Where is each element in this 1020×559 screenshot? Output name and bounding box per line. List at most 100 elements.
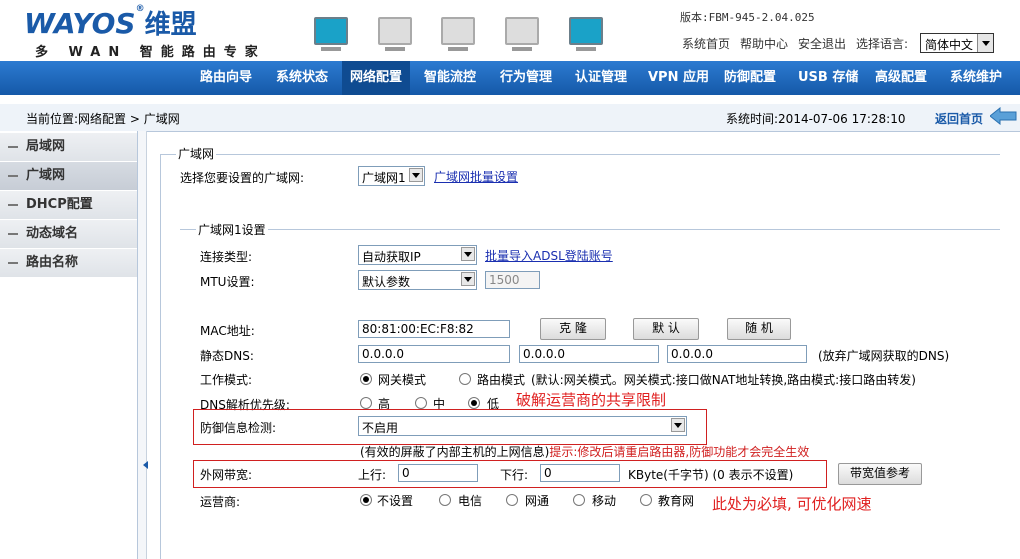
system-time: 系统时间:2014-07-06 17:28:10: [726, 112, 906, 126]
mac-input[interactable]: 80:81:00:EC:F8:82: [358, 320, 510, 338]
bandwidth-label: 外网带宽:: [200, 468, 253, 482]
defense-select[interactable]: 不启用: [358, 416, 687, 436]
monitor-icon[interactable]: [569, 17, 603, 51]
logo-cn: 维盟: [144, 10, 197, 40]
sidebar-item-label: 动态域名: [26, 226, 79, 241]
language-label: 选择语言:: [856, 37, 909, 51]
sidebar-item-route-name[interactable]: 路由名称: [0, 249, 137, 278]
mtu-select[interactable]: 默认参数: [358, 270, 477, 290]
download-input[interactable]: 0: [540, 464, 620, 482]
link-home[interactable]: 系统首页: [682, 35, 730, 52]
dash-icon: [8, 174, 18, 177]
sidebar-item-wan[interactable]: 广域网: [0, 162, 137, 191]
monitor-icon[interactable]: [441, 17, 475, 51]
random-mac-button[interactable]: 随 机: [727, 318, 791, 340]
chevron-down-icon: [461, 247, 475, 261]
nav-vpn[interactable]: VPN 应用: [648, 61, 709, 95]
fieldset-border: [160, 154, 161, 559]
bandwidth-reference-button[interactable]: 带宽值参考: [838, 463, 922, 485]
conn-type-value: 自动获取IP: [362, 250, 421, 264]
nav-route-wizard[interactable]: 路由向导: [200, 61, 252, 95]
nav-system-status[interactable]: 系统状态: [276, 61, 328, 95]
back-home-link[interactable]: 返回首页: [935, 110, 983, 127]
dns-input-2[interactable]: 0.0.0.0: [519, 345, 659, 363]
clone-button[interactable]: 克 隆: [540, 318, 606, 340]
radio-isp-telecom[interactable]: [439, 494, 451, 506]
sidebar: 局域网 广域网 DHCP配置 动态域名 路由名称: [0, 131, 138, 559]
radio-isp-edu[interactable]: [640, 494, 652, 506]
nav-defense[interactable]: 防御配置: [724, 61, 776, 95]
default-mac-button[interactable]: 默 认: [633, 318, 699, 340]
sidebar-item-label: 路由名称: [26, 255, 79, 270]
wayos-logo[interactable]: WAYOS®维盟: [24, 4, 197, 41]
adsl-import-link[interactable]: 批量导入ADSL登陆账号: [485, 247, 613, 264]
dns-input-3[interactable]: 0.0.0.0: [667, 345, 807, 363]
language-select[interactable]: 简体中文: [920, 33, 994, 53]
back-arrow-icon[interactable]: [990, 107, 1018, 125]
bandwidth-unit: KByte(千字节) (0 表示不设置): [628, 468, 794, 482]
defense-hint: (有效的屏蔽了内部主机的上网信息)提示:修改后请重启路由器,防御功能才会完全生效: [360, 443, 809, 460]
chevron-down-icon: [977, 34, 993, 52]
nav-usb[interactable]: USB 存储: [798, 61, 858, 95]
nav-advanced[interactable]: 高级配置: [875, 61, 927, 95]
nav-behavior-mgmt[interactable]: 行为管理: [500, 61, 552, 95]
dns-input-1[interactable]: 0.0.0.0: [358, 345, 510, 363]
sidebar-item-ddns[interactable]: 动态域名: [0, 220, 137, 249]
chevron-down-icon: [461, 272, 475, 286]
radio-route-mode[interactable]: [459, 373, 471, 385]
sidebar-item-lan[interactable]: 局域网: [0, 133, 137, 162]
annotation-crack: 破解运营商的共享限制: [516, 391, 667, 409]
defense-hint-text: (有效的屏蔽了内部主机的上网信息): [360, 445, 550, 459]
nav-auth-mgmt[interactable]: 认证管理: [575, 61, 627, 95]
upload-label: 上行:: [358, 468, 387, 482]
logo-tagline: 多 WAN 智能路由专家: [35, 45, 266, 60]
dns-input-value: 0.0.0.0: [671, 347, 713, 361]
link-help[interactable]: 帮助中心: [740, 35, 788, 52]
sidebar-splitter[interactable]: [138, 131, 148, 559]
monitor-icon[interactable]: [314, 17, 348, 51]
sidebar-item-label: 局域网: [26, 139, 66, 154]
radio-gateway-mode[interactable]: [360, 373, 372, 385]
mtu-input[interactable]: 1500: [485, 271, 540, 289]
dns-input-value: 0.0.0.0: [523, 347, 565, 361]
sidebar-item-label: DHCP配置: [26, 197, 93, 212]
radio-dns-high[interactable]: [360, 397, 372, 409]
fieldset-border: [160, 154, 1000, 155]
link-logout[interactable]: 安全退出: [798, 35, 846, 52]
nav-maintenance[interactable]: 系统维护: [950, 61, 1002, 95]
firmware-version: 版本:FBM-945-2.04.025: [680, 11, 815, 24]
gateway-mode-label: 网关模式: [378, 373, 427, 387]
header: WAYOS®维盟 多 WAN 智能路由专家 版本:FBM-945-2.04.02…: [0, 0, 1020, 61]
radio-dns-mid[interactable]: [415, 397, 427, 409]
wan-select[interactable]: 广域网1: [358, 166, 425, 186]
isp-telecom-label: 电信: [458, 494, 483, 508]
radio-isp-none[interactable]: [360, 494, 372, 506]
logo-reg-mark: ®: [135, 4, 145, 14]
radio-isp-netcom[interactable]: [506, 494, 518, 506]
isp-mobile-label: 移动: [592, 494, 617, 508]
radio-dns-low[interactable]: [468, 397, 480, 409]
conn-type-select[interactable]: 自动获取IP: [358, 245, 477, 265]
sidebar-item-dhcp[interactable]: DHCP配置: [0, 191, 137, 220]
chevron-down-icon: [671, 418, 685, 432]
dash-icon: [8, 261, 18, 264]
collapse-arrow-icon[interactable]: [139, 461, 148, 469]
wan-batch-link[interactable]: 广域网批量设置: [434, 168, 518, 185]
mac-input-value: 80:81:00:EC:F8:82: [362, 322, 474, 336]
monitor-icon[interactable]: [378, 17, 412, 51]
radio-isp-mobile[interactable]: [573, 494, 585, 506]
isp-none-label: 不设置: [377, 494, 414, 508]
breadcrumb: 当前位置:网络配置 > 广域网: [26, 112, 180, 126]
dns-label: 静态DNS:: [200, 349, 254, 363]
dns-note: (放弃广域网获取的DNS): [818, 349, 950, 363]
main-nav: 路由向导 系统状态 网络配置 智能流控 行为管理 认证管理 VPN 应用 防御配…: [0, 61, 1020, 95]
defense-select-value: 不启用: [362, 421, 399, 435]
nav-network-config[interactable]: 网络配置: [342, 61, 411, 95]
defense-hint-warning: 提示:修改后请重启路由器,防御功能才会完全生效: [549, 445, 810, 459]
wan-select-label: 选择您要设置的广域网:: [180, 171, 305, 185]
nav-traffic-control[interactable]: 智能流控: [424, 61, 476, 95]
wan-select-value: 广域网1: [362, 171, 406, 185]
upload-input[interactable]: 0: [398, 464, 478, 482]
sidebar-item-label: 广域网: [26, 168, 66, 183]
monitor-icon[interactable]: [505, 17, 539, 51]
